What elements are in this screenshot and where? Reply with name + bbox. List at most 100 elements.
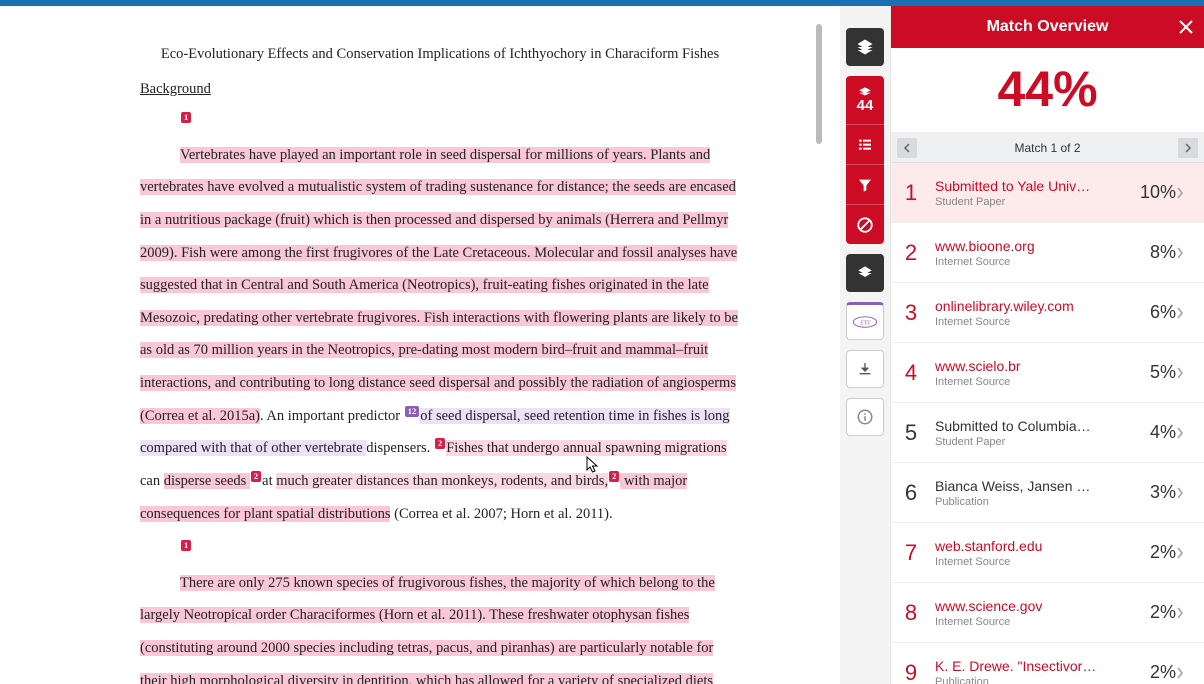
source-percent: 10% — [1130, 182, 1176, 203]
source-info: web.stanford.eduInternet Source — [931, 538, 1130, 568]
source-type: Internet Source — [935, 256, 1126, 268]
chevron-right-icon — [1184, 143, 1192, 153]
source-item[interactable]: 3onlinelibrary.wiley.comInternet Source6… — [891, 283, 1204, 343]
next-match-button[interactable] — [1178, 138, 1198, 158]
source-number: 5 — [891, 420, 931, 446]
chevron-right-icon — [1176, 367, 1184, 379]
match-badge-1b[interactable]: 1 — [181, 540, 191, 551]
source-item[interactable]: 6Bianca Weiss, Jansen …Publication3% — [891, 463, 1204, 523]
info-button[interactable] — [846, 398, 884, 436]
match-navigator: Match 1 of 2 — [891, 133, 1204, 163]
source-expand[interactable] — [1176, 487, 1196, 499]
layers-icon — [857, 265, 873, 281]
source-expand[interactable] — [1176, 307, 1196, 319]
highlight-match-2b[interactable]: much greater distances than monkeys, rod… — [276, 473, 608, 489]
document-page: Eco-Evolutionary Effects and Conservatio… — [30, 26, 810, 684]
source-percent: 5% — [1130, 362, 1176, 383]
source-type: Internet Source — [935, 616, 1126, 628]
match-badge-2b[interactable]: 2 — [251, 471, 261, 482]
chevron-right-icon — [1176, 247, 1184, 259]
highlight-match-1d[interactable]: There are only 275 known species of frug… — [140, 575, 715, 684]
source-number: 2 — [891, 240, 931, 266]
chevron-right-icon — [1176, 427, 1184, 439]
filter-button[interactable] — [846, 164, 884, 204]
source-name: Submitted to Yale Univ… — [935, 178, 1126, 194]
match-counter: Match 1 of 2 — [1014, 141, 1080, 155]
source-expand[interactable] — [1176, 667, 1196, 679]
funnel-icon — [857, 177, 873, 193]
source-item[interactable]: 4www.scielo.brInternet Source5% — [891, 343, 1204, 403]
scrollbar-thumb[interactable] — [816, 24, 822, 144]
highlight-match-2a[interactable]: Fishes that undergo annual spawning migr… — [446, 440, 726, 456]
layers-small-icon — [858, 87, 872, 97]
source-name: Bianca Weiss, Jansen … — [935, 478, 1126, 494]
source-number: 4 — [891, 360, 931, 386]
score-value: 44 — [857, 97, 874, 114]
source-expand[interactable] — [1176, 367, 1196, 379]
text-plain: . An important predictor — [260, 408, 404, 424]
svg-text:ETS: ETS — [859, 321, 870, 327]
highlight-match-1a[interactable]: Vertebrates have played an important rol… — [140, 147, 738, 424]
source-expand[interactable] — [1176, 607, 1196, 619]
source-number: 9 — [891, 660, 931, 684]
chevron-left-icon — [903, 143, 911, 153]
source-name: www.scielo.br — [935, 358, 1126, 374]
source-name: onlinelibrary.wiley.com — [935, 298, 1126, 314]
source-item[interactable]: 8www.science.govInternet Source2% — [891, 583, 1204, 643]
match-badge-2a[interactable]: 2 — [435, 438, 445, 449]
source-item[interactable]: 5Submitted to Columbia…Student Paper4% — [891, 403, 1204, 463]
no-entry-icon — [856, 216, 874, 234]
source-number: 1 — [891, 180, 931, 206]
source-expand[interactable] — [1176, 547, 1196, 559]
overall-similarity-score: 44% — [891, 48, 1204, 133]
source-info: www.science.gov Internet Source — [931, 598, 1130, 628]
source-type: Student Paper — [935, 436, 1126, 448]
prev-match-button[interactable] — [897, 138, 917, 158]
ets-button[interactable]: ETS — [846, 302, 884, 340]
match-badge-2c[interactable]: 2 — [609, 471, 619, 482]
match-badge-12[interactable]: 12 — [405, 406, 420, 417]
source-type: Student Paper — [935, 196, 1126, 208]
source-list[interactable]: 1Submitted to Yale Univ… Student Paper 10%… — [891, 163, 1204, 684]
similarity-score-button[interactable]: 44 — [846, 76, 884, 124]
source-info: www.bioone.orgInternet Source — [931, 238, 1130, 268]
document-scroll[interactable]: Eco-Evolutionary Effects and Conservatio… — [0, 6, 840, 684]
source-item[interactable]: 1Submitted to Yale Univ… Student Paper 10% — [891, 163, 1204, 223]
source-percent: 2% — [1130, 542, 1176, 563]
layers-button[interactable] — [846, 28, 884, 66]
match-badge-1[interactable]: 1 — [181, 112, 191, 123]
close-panel-button[interactable] — [1178, 19, 1194, 35]
section-heading-background: Background — [140, 81, 740, 98]
source-number: 8 — [891, 600, 931, 626]
source-item[interactable]: 2www.bioone.orgInternet Source8% — [891, 223, 1204, 283]
grading-layers-button[interactable] — [846, 254, 884, 292]
info-icon — [856, 408, 874, 426]
source-expand[interactable] — [1176, 427, 1196, 439]
source-info: onlinelibrary.wiley.com Internet Source — [931, 298, 1130, 328]
source-expand[interactable] — [1176, 247, 1196, 259]
ets-icon: ETS — [852, 315, 878, 329]
exclude-button[interactable] — [846, 204, 884, 244]
text-plain: can — [140, 473, 164, 489]
chevron-right-icon — [1176, 487, 1184, 499]
highlight-match-1b[interactable]: disperse seeds — [164, 473, 250, 489]
source-item[interactable]: 7web.stanford.eduInternet Source2% — [891, 523, 1204, 583]
download-button[interactable] — [846, 350, 884, 388]
source-type: Internet Source — [935, 316, 1126, 328]
source-type: Internet Source — [935, 556, 1126, 568]
paragraph-1: 1 Vertebrates have played an important r… — [140, 106, 740, 530]
source-name: Submitted to Columbia… — [935, 418, 1126, 434]
document-title: Eco-Evolutionary Effects and Conservatio… — [140, 46, 740, 63]
source-name: K. E. Drewe. "Insectivor… — [935, 658, 1126, 674]
source-name: www.science.gov — [935, 598, 1126, 614]
source-item[interactable]: 9K. E. Drewe. "Insectivor…Publication2% — [891, 643, 1204, 684]
source-number: 3 — [891, 300, 931, 326]
chevron-right-icon — [1176, 667, 1184, 679]
source-info: Bianca Weiss, Jansen …Publication — [931, 478, 1130, 508]
text-plain: (Correa et al. 2007; Horn et al. 2011). — [390, 506, 612, 522]
all-sources-button[interactable] — [846, 124, 884, 164]
close-icon — [1178, 19, 1194, 35]
source-expand[interactable] — [1176, 187, 1196, 199]
chevron-right-icon — [1176, 307, 1184, 319]
source-percent: 8% — [1130, 242, 1176, 263]
